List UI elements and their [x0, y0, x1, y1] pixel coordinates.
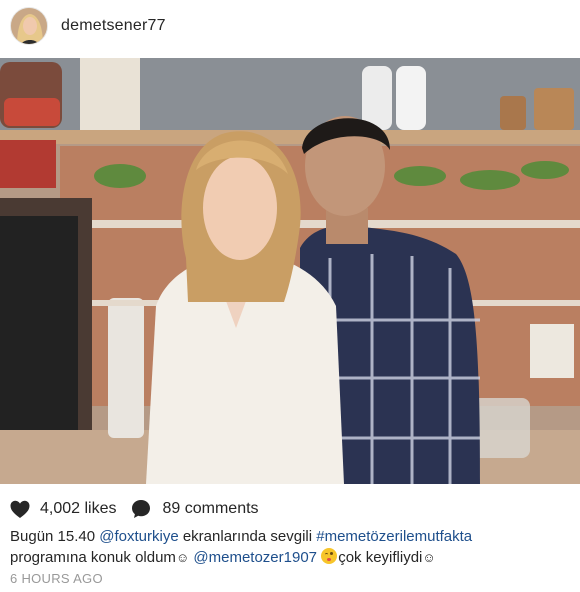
avatar-image	[11, 8, 47, 44]
winking-kiss-emoji-icon	[321, 548, 338, 564]
username[interactable]: demetsener77	[61, 17, 166, 35]
post-photo[interactable]	[0, 58, 580, 484]
comment-bubble-icon[interactable]	[131, 499, 151, 519]
post-actions: 4,002 likes 89 comments	[10, 498, 259, 520]
post-photo-image	[0, 58, 580, 484]
post-caption: Bugün 15.40 @foxturkiye ekranlarında sev…	[10, 526, 572, 568]
post-header: demetsener77	[0, 0, 580, 52]
heart-icon[interactable]	[10, 500, 30, 519]
comments-count[interactable]: 89 comments	[163, 500, 259, 518]
smile-icon: ☺	[422, 550, 436, 565]
mention-memetozer1907[interactable]: @memetozer1907	[193, 549, 317, 566]
caption-text: programına konuk oldum	[10, 549, 176, 566]
hashtag-link[interactable]: #memetözerilemutfakta	[316, 528, 472, 545]
likes-count[interactable]: 4,002 likes	[40, 500, 117, 518]
post-timestamp[interactable]: 6 HOURS AGO	[10, 571, 103, 586]
caption-text: Bugün 15.40	[10, 528, 100, 545]
caption-text: çok keyifliydi	[338, 549, 423, 566]
mention-foxturkiye[interactable]: @foxturkiye	[99, 528, 178, 545]
avatar[interactable]	[10, 7, 48, 45]
caption-text: ekranlarında sevgili	[178, 528, 317, 545]
smile-icon: ☺	[175, 550, 190, 565]
